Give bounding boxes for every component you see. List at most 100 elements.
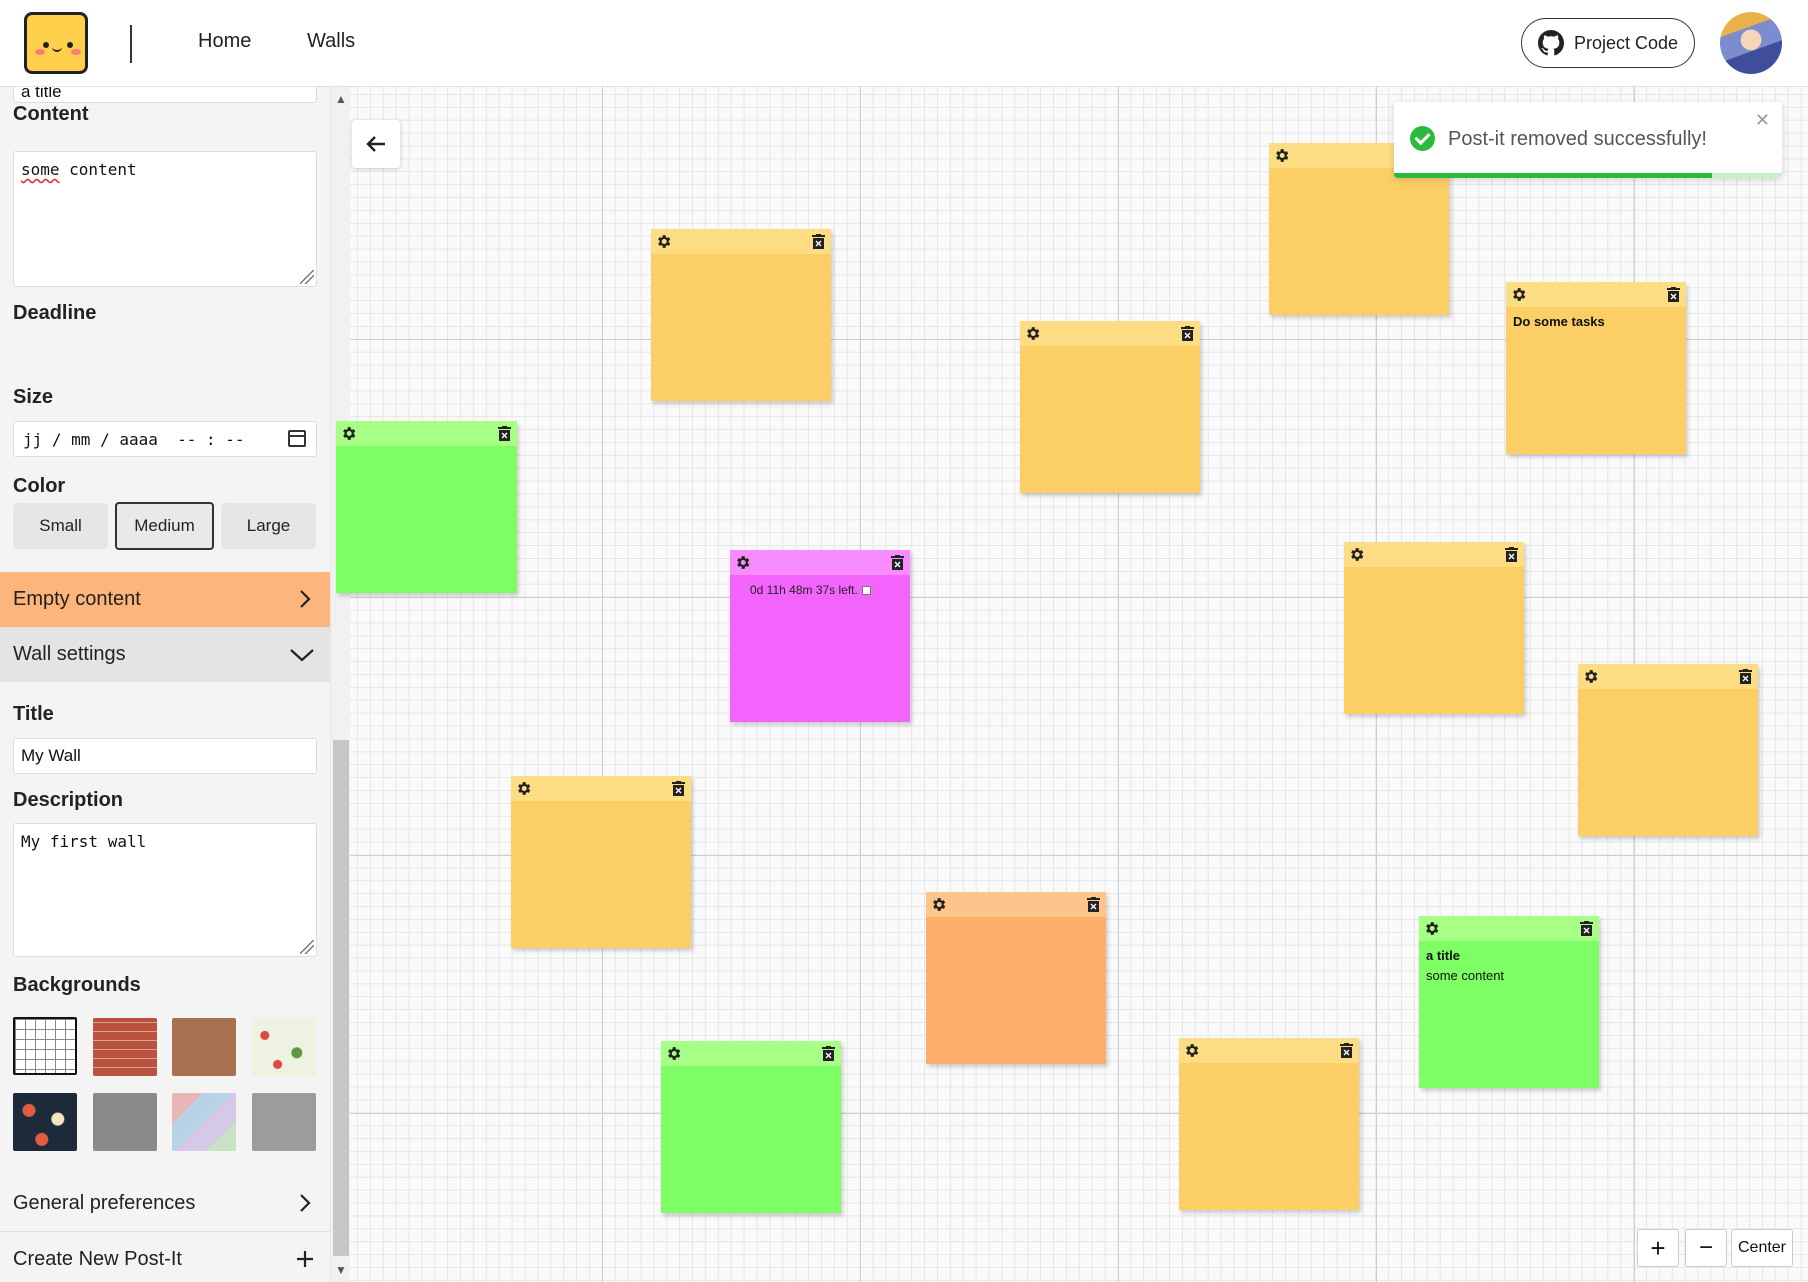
scrollbar-thumb[interactable]: [333, 740, 349, 1256]
background-grid-tile[interactable]: [13, 1017, 77, 1075]
general-preferences-label: General preferences: [13, 1192, 196, 1214]
trash-icon[interactable]: [1580, 921, 1593, 936]
project-code-button[interactable]: Project Code: [1521, 18, 1695, 68]
deadline-input[interactable]: jj / mm / aaaa -- : --: [13, 421, 317, 457]
postit-note[interactable]: [336, 421, 517, 593]
content-misspelled-word: some: [21, 160, 60, 179]
gear-icon[interactable]: [1582, 668, 1599, 685]
background-scales-tile[interactable]: [172, 1093, 236, 1151]
postit-title-input[interactable]: a title: [13, 87, 317, 103]
postit-note[interactable]: a title some content: [1419, 916, 1599, 1088]
postit-note[interactable]: [651, 229, 831, 401]
deadline-placeholder: jj / mm / aaaa -- : --: [23, 429, 245, 449]
nav-walls-link[interactable]: Walls: [307, 30, 355, 53]
empty-content-row[interactable]: Empty content: [0, 572, 330, 627]
user-avatar[interactable]: [1720, 12, 1782, 74]
trash-icon[interactable]: [891, 555, 904, 570]
postit-header: [1506, 282, 1686, 307]
gear-icon[interactable]: [1510, 286, 1527, 303]
trash-icon[interactable]: [1340, 1043, 1353, 1058]
background-concrete-tile[interactable]: [252, 1093, 316, 1151]
gear-icon[interactable]: [1348, 546, 1365, 563]
create-postit-label: Create New Post-It: [13, 1248, 182, 1270]
top-header: Home Walls Project Code: [0, 0, 1808, 87]
calendar-icon[interactable]: [288, 430, 306, 447]
success-check-icon: [1410, 126, 1435, 151]
gear-icon[interactable]: [1423, 920, 1440, 937]
postit-title-value: a title: [21, 87, 62, 101]
size-large-button[interactable]: Large: [221, 503, 316, 549]
sidebar-scrollbar[interactable]: ▲ ▼: [330, 87, 350, 1282]
general-preferences-row[interactable]: General preferences: [0, 1176, 330, 1231]
postit-note[interactable]: [1344, 542, 1524, 714]
close-icon[interactable]: ✕: [1755, 110, 1770, 131]
app-logo[interactable]: [24, 12, 88, 74]
zoom-out-button[interactable]: −: [1685, 1229, 1727, 1267]
wall-title-value: My Wall: [21, 746, 81, 765]
gear-icon[interactable]: [515, 780, 532, 797]
size-medium-button[interactable]: Medium: [115, 502, 214, 550]
postit-note[interactable]: [661, 1041, 841, 1213]
toast-progress-bar: [1394, 173, 1713, 178]
backgrounds-label: Backgrounds: [13, 974, 141, 996]
postit-deadline-timer: 0d 11h 48m 37s left.: [750, 583, 871, 597]
gear-icon[interactable]: [665, 1045, 682, 1062]
trash-icon[interactable]: [1087, 897, 1100, 912]
back-button[interactable]: [352, 120, 400, 168]
gear-icon[interactable]: [930, 896, 947, 913]
wall-title-label: Title: [13, 703, 54, 725]
wall-title-input[interactable]: My Wall: [13, 738, 317, 774]
postit-note[interactable]: [1179, 1038, 1359, 1210]
postit-note[interactable]: [1020, 321, 1200, 493]
size-small-button[interactable]: Small: [13, 503, 108, 549]
scroll-down-icon[interactable]: ▼: [335, 1264, 347, 1276]
trash-icon[interactable]: [1739, 669, 1752, 684]
background-floral-light-tile[interactable]: [252, 1018, 316, 1076]
trash-icon[interactable]: [1181, 326, 1194, 341]
postit-header: [336, 421, 517, 446]
create-postit-row[interactable]: Create New Post-It: [0, 1232, 330, 1282]
postit-header: [651, 229, 831, 254]
trash-icon[interactable]: [822, 1046, 835, 1061]
wall-description-value: My first wall: [21, 832, 147, 851]
nav-home-link[interactable]: Home: [198, 30, 251, 53]
postit-header: [926, 892, 1106, 917]
postit-note[interactable]: [511, 776, 691, 948]
background-brick-tile[interactable]: [93, 1018, 157, 1076]
background-floral-dark-tile[interactable]: [13, 1093, 77, 1151]
postit-note[interactable]: [1578, 664, 1758, 836]
trash-icon[interactable]: [812, 234, 825, 249]
deadline-label: Deadline: [13, 302, 97, 324]
gear-icon[interactable]: [655, 233, 672, 250]
gear-icon[interactable]: [1183, 1042, 1200, 1059]
postit-content-textarea[interactable]: some content: [13, 151, 317, 287]
gear-icon[interactable]: [1024, 325, 1041, 342]
postit-note[interactable]: 0d 11h 48m 37s left.: [730, 550, 910, 722]
logo-eye-right: [67, 42, 73, 48]
postit-note[interactable]: [926, 892, 1106, 1064]
zoom-in-button[interactable]: +: [1637, 1229, 1679, 1267]
sidebar: a title Content some content Deadline jj…: [0, 87, 330, 1282]
chevron-down-icon: [290, 649, 314, 662]
chevron-right-icon: [300, 590, 311, 608]
chevron-right-icon: [300, 1194, 311, 1212]
trash-icon[interactable]: [498, 426, 511, 441]
resize-grip-icon[interactable]: [300, 270, 314, 284]
trash-icon[interactable]: [672, 781, 685, 796]
size-label: Size: [13, 386, 54, 408]
postit-note[interactable]: Do some tasks: [1506, 282, 1686, 454]
postit-header: [511, 776, 691, 801]
background-brown-tile[interactable]: [172, 1018, 236, 1076]
wall-description-textarea[interactable]: My first wall: [13, 823, 317, 957]
trash-icon[interactable]: [1505, 547, 1518, 562]
gear-icon[interactable]: [734, 554, 751, 571]
wall-settings-header[interactable]: Wall settings: [0, 627, 330, 682]
trash-icon[interactable]: [1667, 287, 1680, 302]
background-stone-tile[interactable]: [93, 1093, 157, 1151]
done-checkbox[interactable]: [861, 586, 871, 595]
gear-icon[interactable]: [1273, 147, 1290, 164]
gear-icon[interactable]: [340, 425, 357, 442]
scroll-up-icon[interactable]: ▲: [335, 93, 347, 105]
resize-grip-icon[interactable]: [300, 940, 314, 954]
center-button[interactable]: Center: [1731, 1229, 1793, 1267]
